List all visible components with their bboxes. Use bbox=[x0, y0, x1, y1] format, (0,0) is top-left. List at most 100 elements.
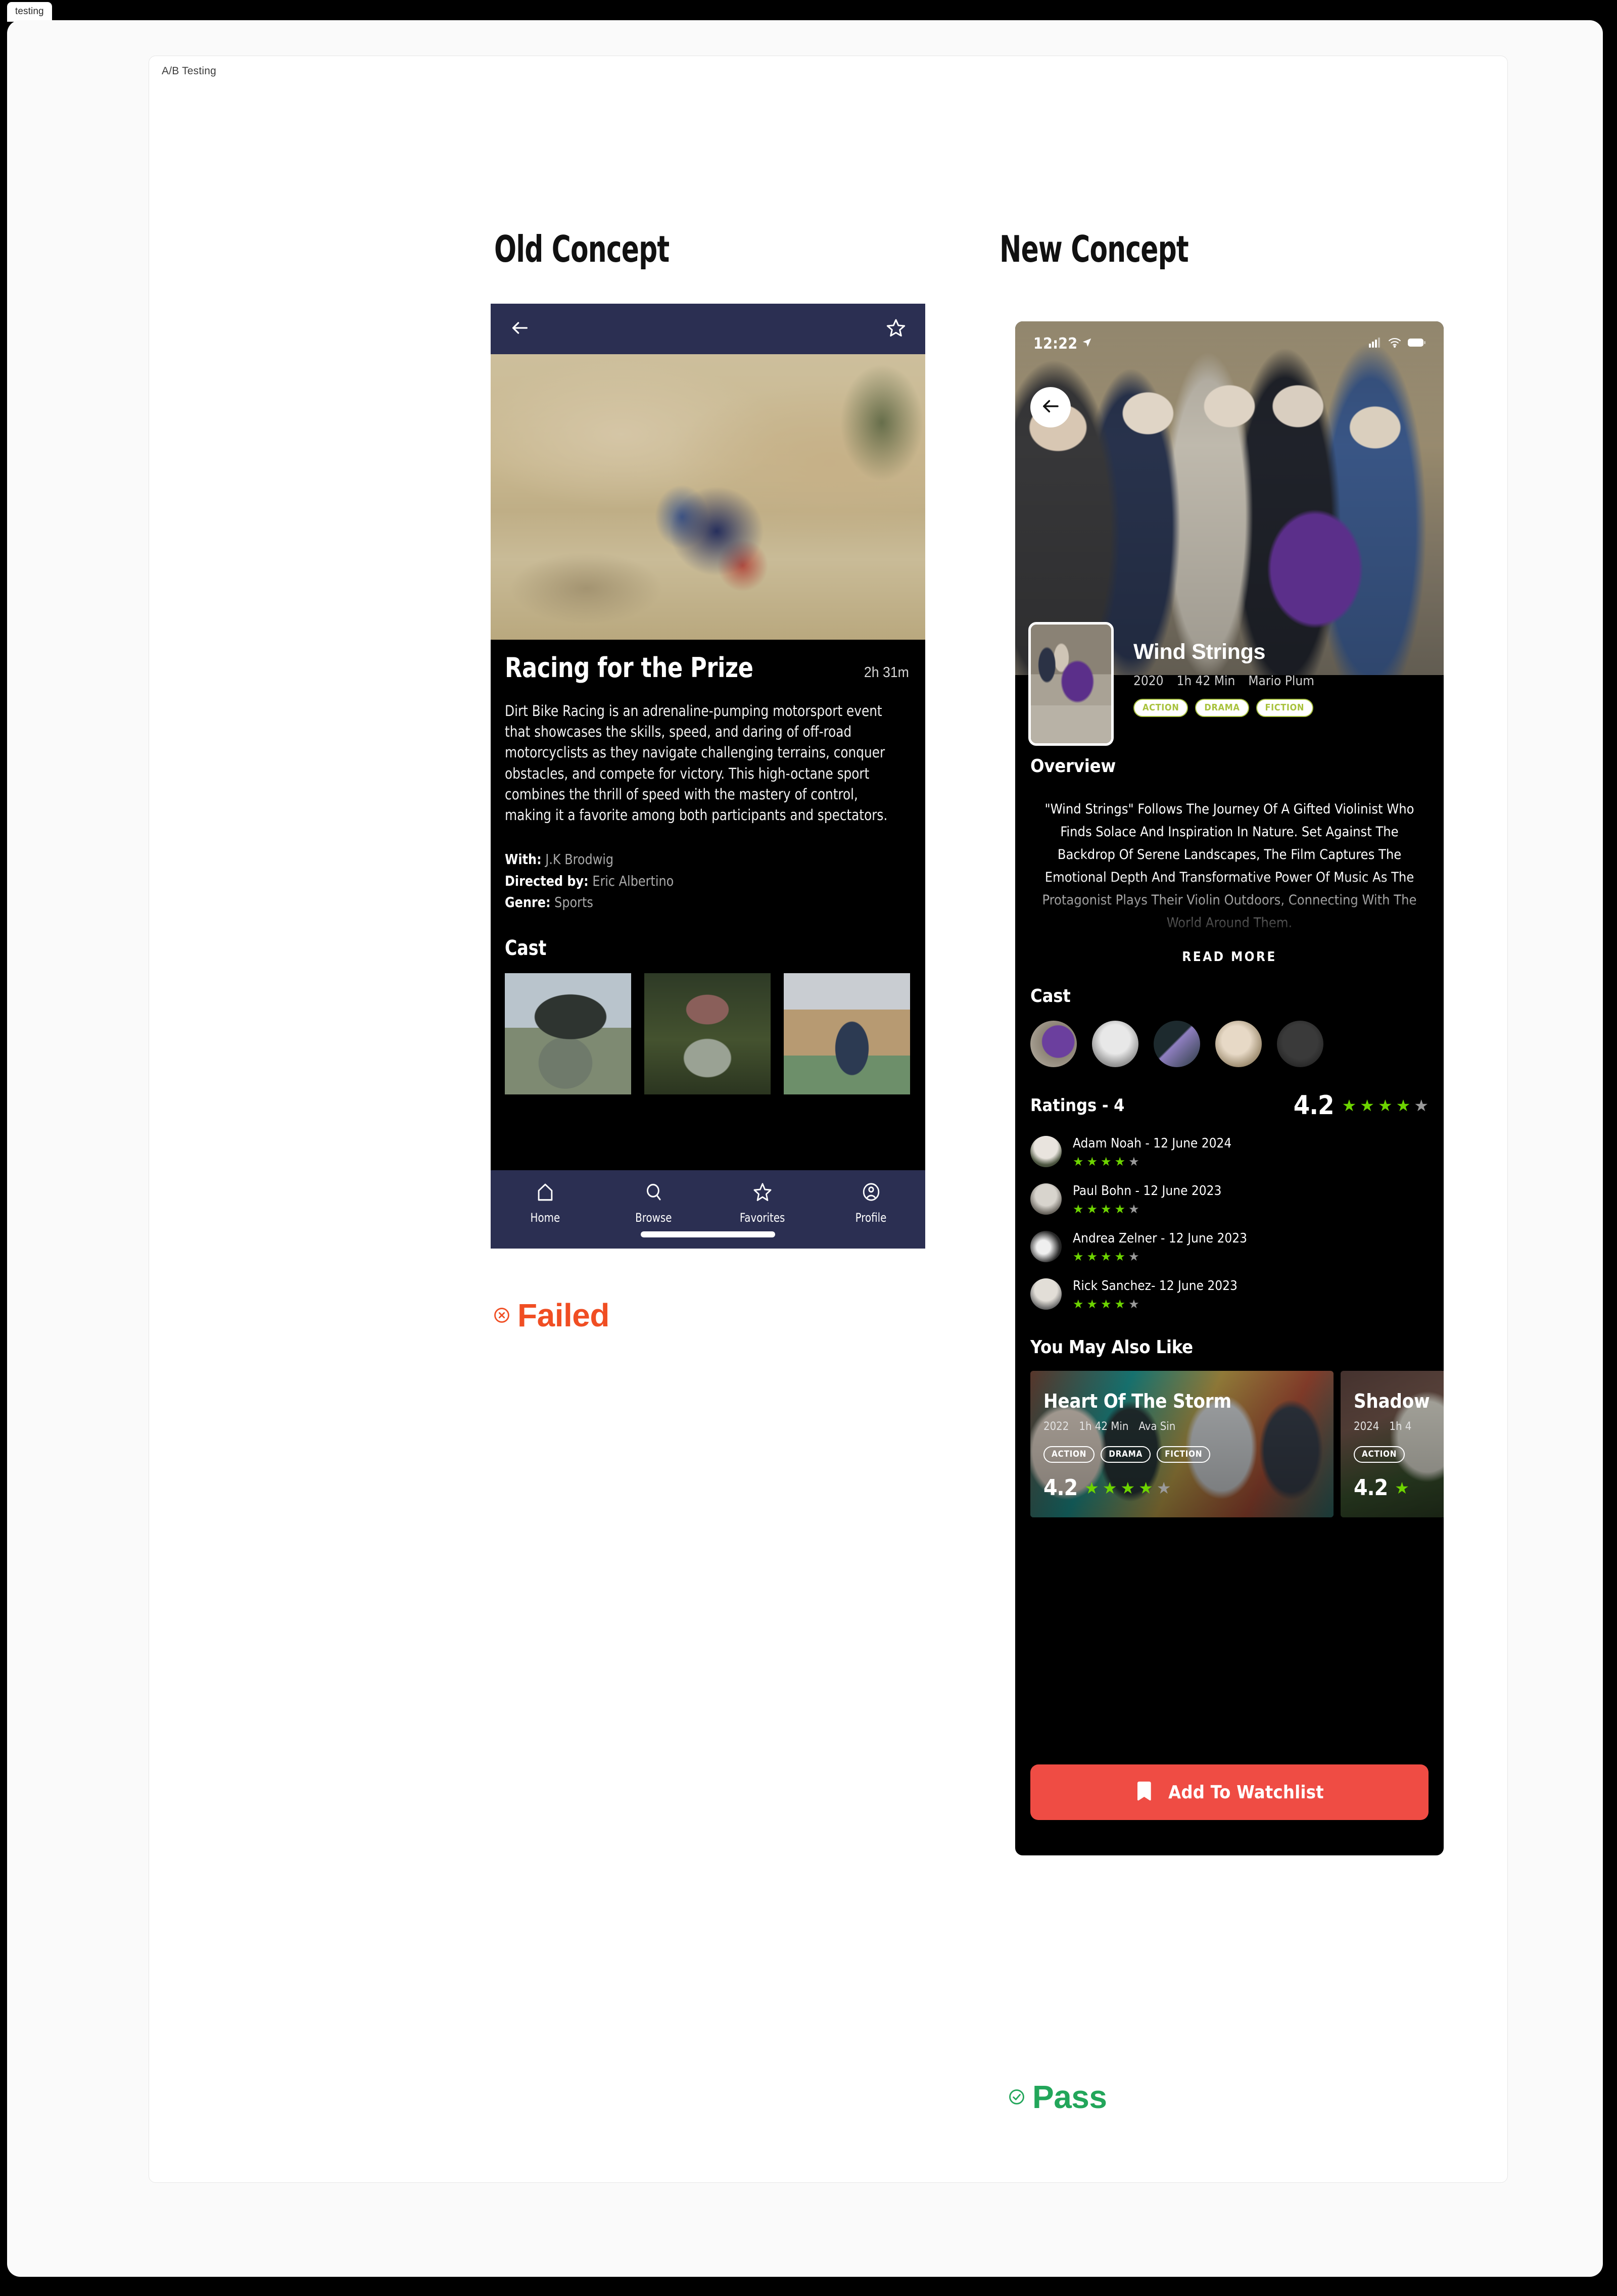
cast-avatar[interactable] bbox=[1277, 1021, 1323, 1068]
movie-year: 2020 bbox=[1133, 674, 1164, 689]
star-icon: ★ bbox=[1114, 1155, 1126, 1169]
ymal-tag[interactable]: DRAMA bbox=[1101, 1446, 1151, 1463]
meta-key: Genre: bbox=[505, 894, 551, 911]
location-arrow-icon bbox=[1081, 337, 1092, 351]
nav-item-browse[interactable]: Browse bbox=[599, 1181, 708, 1225]
meta-key: With: bbox=[505, 851, 542, 868]
ymal-heading: You May Also Like bbox=[1030, 1337, 1193, 1358]
ymal-year: 2024 bbox=[1354, 1420, 1380, 1433]
star-icon: ★ bbox=[1073, 1155, 1084, 1169]
star-icon-empty: ★ bbox=[1128, 1298, 1139, 1312]
star-icon: ★ bbox=[1120, 1478, 1135, 1497]
rating-stars: ★ ★ ★ ★ ★ bbox=[1342, 1097, 1429, 1114]
ymal-card[interactable]: Shadow 2024 1h 4 ACTION 4.2 ★ bbox=[1341, 1371, 1444, 1518]
cast-photo[interactable] bbox=[784, 973, 910, 1094]
star-icon: ★ bbox=[1114, 1250, 1126, 1264]
review-row: Adam Noah - 12 June 2024 ★ ★ ★ ★ ★ bbox=[1030, 1136, 1429, 1168]
star-icon: ★ bbox=[1101, 1155, 1112, 1169]
star-icon: ★ bbox=[1101, 1298, 1112, 1312]
ymal-card-meta: 2022 1h 42 Min Ava Sin bbox=[1043, 1420, 1320, 1433]
back-icon[interactable] bbox=[510, 318, 530, 341]
bookmark-icon bbox=[1135, 1780, 1155, 1805]
meta-row-with: With: J.K Brodwig bbox=[505, 849, 891, 871]
ymal-tag[interactable]: ACTION bbox=[1354, 1446, 1405, 1463]
star-outline-icon[interactable] bbox=[886, 318, 906, 341]
old-description: Dirt Bike Racing is an adrenaline-pumpin… bbox=[505, 702, 888, 824]
ymal-tag[interactable]: FICTION bbox=[1157, 1446, 1211, 1463]
ymal-stars: ★ bbox=[1395, 1480, 1409, 1496]
ymal-year: 2022 bbox=[1043, 1420, 1069, 1433]
cast-heading: Cast bbox=[1030, 986, 1071, 1007]
old-topbar bbox=[491, 304, 925, 354]
circle-check-icon bbox=[1008, 2088, 1025, 2106]
back-button[interactable] bbox=[1030, 387, 1071, 427]
star-icon-empty: ★ bbox=[1128, 1155, 1139, 1169]
nav-item-home[interactable]: Home bbox=[491, 1181, 599, 1225]
old-movie-title: Racing for the Prize bbox=[505, 652, 753, 684]
you-may-also-like-section: You May Also Like Heart Of The Storm 202… bbox=[1015, 1337, 1444, 1518]
old-cast-heading: Cast bbox=[505, 935, 547, 960]
old-detail-body: Racing for the Prize 2h 31m Dirt Bike Ra… bbox=[491, 640, 925, 1249]
star-icon: ★ bbox=[1086, 1203, 1098, 1217]
ratings-label: Ratings - 4 bbox=[1030, 1095, 1125, 1116]
new-concept-phone-mockup: 12:22 Wind Strings 2020 1h 42 Min Mario … bbox=[1014, 320, 1445, 1857]
cast-avatar-row[interactable] bbox=[1015, 1021, 1444, 1068]
cast-avatar[interactable] bbox=[1092, 1021, 1138, 1068]
review-stars: ★ ★ ★ ★ ★ bbox=[1073, 1156, 1231, 1168]
review-stars: ★ ★ ★ ★ ★ bbox=[1073, 1251, 1247, 1263]
cast-photo[interactable] bbox=[505, 973, 631, 1094]
ymal-card-title: Shadow bbox=[1354, 1390, 1430, 1413]
ymal-card-meta: 2024 1h 4 bbox=[1354, 1420, 1444, 1433]
ymal-card-row[interactable]: Heart Of The Storm 2022 1h 42 Min Ava Si… bbox=[1015, 1371, 1444, 1518]
meta-value: Sports bbox=[554, 894, 593, 911]
old-bottom-nav: Home Browse Favorites Profile bbox=[491, 1170, 925, 1249]
genre-pill[interactable]: DRAMA bbox=[1195, 699, 1249, 717]
user-circle-icon bbox=[861, 1181, 881, 1206]
movie-poster-thumbnail[interactable] bbox=[1028, 622, 1114, 746]
ymal-score: 4.2 bbox=[1043, 1475, 1078, 1501]
review-stars: ★ ★ ★ ★ ★ bbox=[1073, 1204, 1221, 1216]
ymal-tag[interactable]: ACTION bbox=[1043, 1446, 1095, 1463]
avatar bbox=[1030, 1278, 1062, 1310]
cast-avatar[interactable] bbox=[1154, 1021, 1200, 1068]
status-text: Failed bbox=[517, 1297, 609, 1333]
genre-pill[interactable]: ACTION bbox=[1133, 699, 1188, 717]
genre-pill[interactable]: FICTION bbox=[1256, 699, 1314, 717]
ymal-card[interactable]: Heart Of The Storm 2022 1h 42 Min Ava Si… bbox=[1030, 1371, 1334, 1518]
old-meta-list: With: J.K Brodwig Directed by: Eric Albe… bbox=[505, 849, 891, 914]
ymal-rating: 4.2 ★ bbox=[1354, 1475, 1444, 1501]
nav-item-profile[interactable]: Profile bbox=[817, 1181, 925, 1225]
star-icon: ★ bbox=[1395, 1478, 1409, 1497]
avatar bbox=[1030, 1231, 1062, 1263]
old-concept-heading: Old Concept bbox=[494, 228, 670, 270]
home-icon bbox=[535, 1181, 555, 1206]
battery-icon bbox=[1407, 338, 1425, 350]
status-text: Pass bbox=[1032, 2079, 1107, 2115]
ratings-score-group: 4.2 ★ ★ ★ ★ ★ bbox=[1294, 1090, 1429, 1121]
browser-tab-chip[interactable]: testing bbox=[7, 2, 52, 22]
ymal-tag-group: ACTION bbox=[1354, 1446, 1444, 1463]
star-icon: ★ bbox=[1086, 1250, 1098, 1264]
add-to-watchlist-button[interactable]: Add To Watchlist bbox=[1030, 1764, 1429, 1820]
avatar bbox=[1030, 1183, 1062, 1215]
movie-duration: 1h 42 Min bbox=[1176, 674, 1235, 689]
canvas-title: A/B Testing bbox=[162, 65, 217, 77]
nav-label: Profile bbox=[855, 1211, 887, 1225]
meta-key: Directed by: bbox=[505, 872, 589, 889]
cast-photo[interactable] bbox=[644, 973, 771, 1094]
detail-scroll-area[interactable]: Overview "Wind Strings" Follows The Jour… bbox=[1015, 756, 1444, 1855]
movie-title-block: Wind Strings 2020 1h 42 Min Mario Plum A… bbox=[1133, 640, 1314, 717]
star-icon: ★ bbox=[1086, 1298, 1098, 1312]
nav-label: Browse bbox=[635, 1211, 672, 1225]
star-icon: ★ bbox=[1101, 1250, 1112, 1264]
read-more-button[interactable]: READ MORE bbox=[1030, 949, 1429, 965]
cast-avatar[interactable] bbox=[1215, 1021, 1262, 1068]
review-row: Andrea Zelner - 12 June 2023 ★ ★ ★ ★ ★ bbox=[1030, 1231, 1429, 1263]
old-hero-image bbox=[491, 354, 925, 640]
cast-avatar[interactable] bbox=[1030, 1021, 1077, 1068]
circle-x-icon bbox=[493, 1307, 510, 1324]
ymal-tag-group: ACTION DRAMA FICTION bbox=[1043, 1446, 1320, 1463]
old-cast-row bbox=[505, 973, 911, 1094]
nav-item-favorites[interactable]: Favorites bbox=[708, 1181, 817, 1225]
overview-section: Overview "Wind Strings" Follows The Jour… bbox=[1015, 756, 1444, 965]
